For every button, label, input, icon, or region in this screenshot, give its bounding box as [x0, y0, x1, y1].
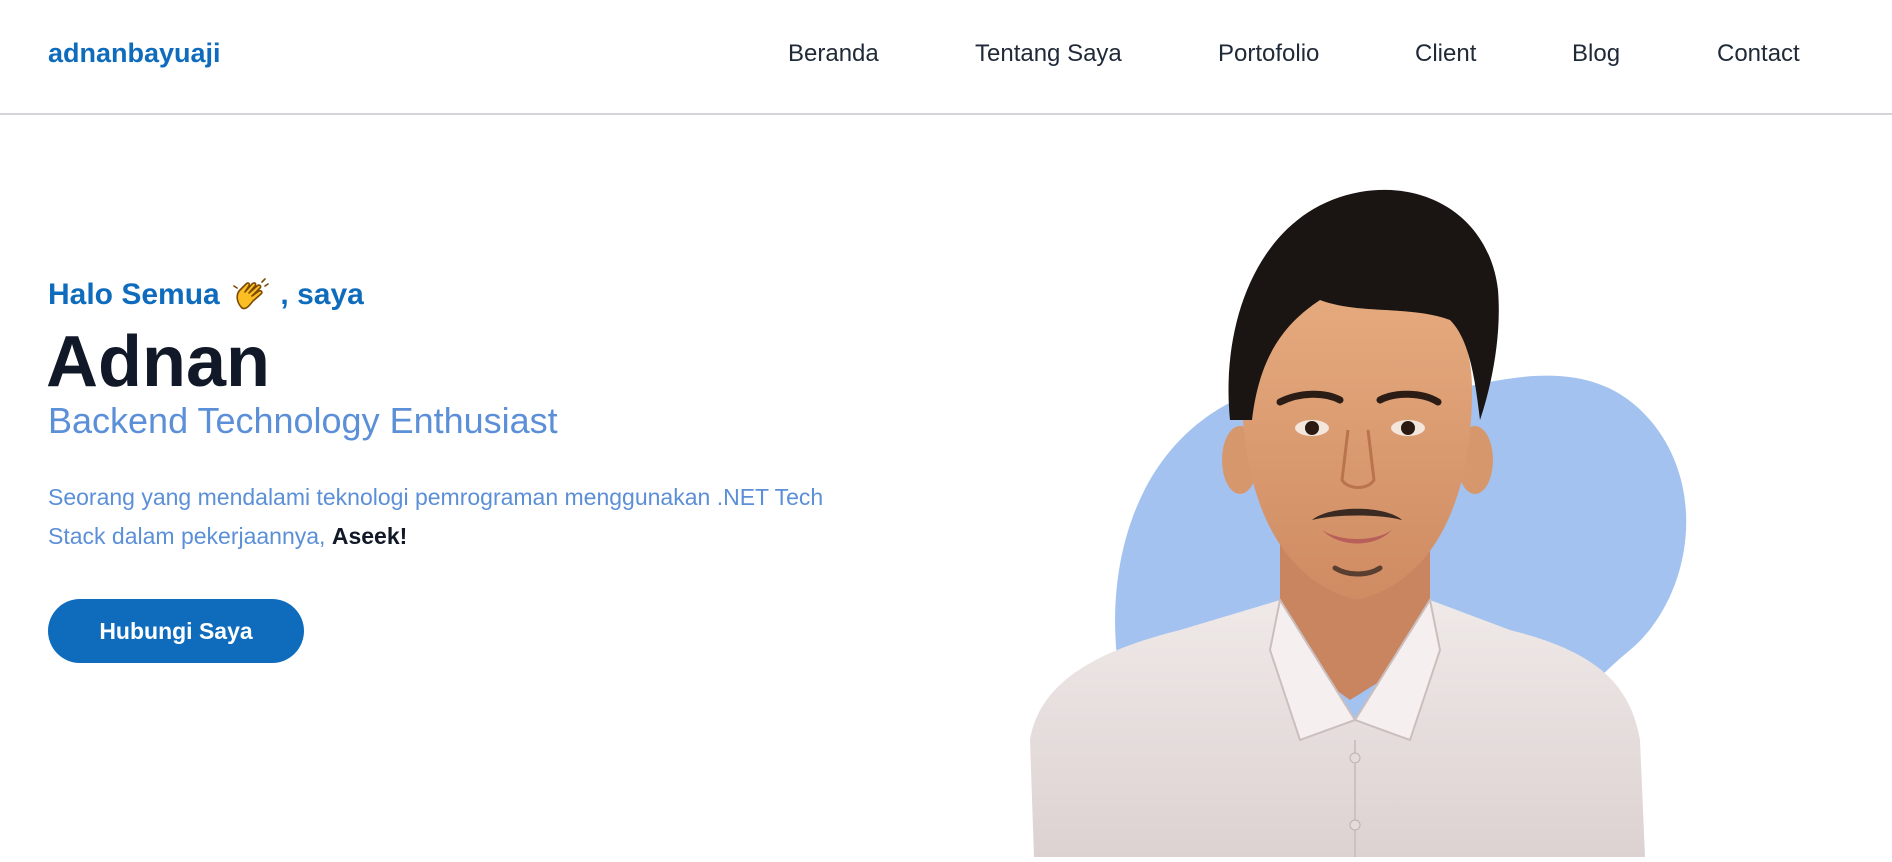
description-line-1: Seorang yang mendalami teknologi pemrogr…	[48, 484, 824, 510]
nav-item-tentang-saya[interactable]: Tentang Saya	[975, 40, 1122, 68]
navbar: adnanbayuaji Beranda Tentang Saya Portof…	[0, 0, 1892, 115]
profile-photo	[1030, 180, 1830, 857]
hero-name: Adnan	[46, 322, 270, 402]
hero-greeting: Halo Semua , saya	[48, 278, 364, 312]
greeting-suffix: , saya	[280, 278, 364, 311]
nav-item-client[interactable]: Client	[1415, 40, 1476, 68]
nav-item-blog[interactable]: Blog	[1572, 40, 1620, 68]
nav-item-portofolio[interactable]: Portofolio	[1218, 40, 1319, 68]
waving-hand-icon	[232, 278, 270, 312]
hero-description: Seorang yang mendalami teknologi pemrogr…	[48, 478, 928, 556]
contact-me-button[interactable]: Hubungi Saya	[48, 599, 304, 663]
nav-menu: Beranda Tentang Saya Portofolio Client B…	[0, 40, 1892, 72]
description-line-2: Stack dalam pekerjaannya, Aseek!	[48, 517, 928, 556]
hero-role: Backend Technology Enthusiast	[48, 400, 558, 441]
nav-item-contact[interactable]: Contact	[1717, 40, 1800, 68]
greeting-prefix: Halo Semua	[48, 278, 220, 311]
description-emphasis: Aseek!	[331, 523, 408, 549]
description-line-2-text: Stack dalam pekerjaannya,	[48, 523, 326, 549]
nav-item-beranda[interactable]: Beranda	[788, 40, 879, 68]
